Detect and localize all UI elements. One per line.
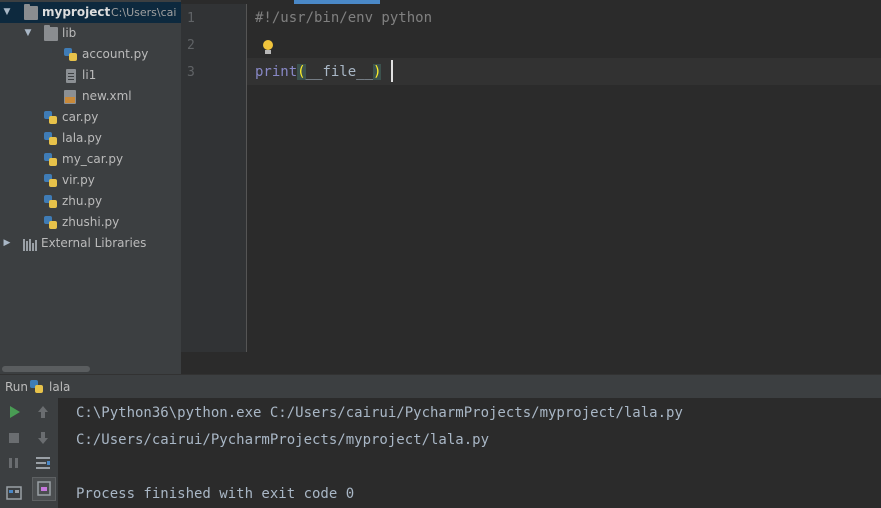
- line-number: 1: [187, 11, 195, 26]
- chevron-down-icon[interactable]: ▼: [23, 23, 33, 44]
- tree-item-zhu-py[interactable]: zhu.py: [0, 191, 181, 212]
- python-file-icon: [44, 132, 58, 146]
- project-tool-window: ▼ myproject C:\Users\cai ▼ lib account.p…: [0, 0, 181, 364]
- tree-item-label: External Libraries: [41, 236, 147, 250]
- tree-item-zhushi-py[interactable]: zhushi.py: [0, 212, 181, 233]
- soft-wrap-icon[interactable]: [32, 452, 54, 474]
- editor-bottom-area: [181, 352, 881, 374]
- chevron-down-icon[interactable]: ▼: [2, 2, 12, 23]
- tree-item-label: zhu.py: [62, 194, 103, 208]
- run-config-name[interactable]: lala: [49, 375, 70, 399]
- python-file-icon: [44, 195, 58, 209]
- tree-item-label: account.py: [82, 47, 149, 61]
- tree-item-account-py[interactable]: account.py: [0, 44, 181, 65]
- code-line-3[interactable]: print(__file__): [255, 59, 382, 86]
- tree-item-label: new.xml: [82, 89, 132, 103]
- stop-icon[interactable]: [3, 427, 25, 449]
- tree-item-label: zhushi.py: [62, 215, 120, 229]
- code-line-1[interactable]: #!/usr/bin/env python: [255, 5, 432, 32]
- line-number: 2: [187, 38, 195, 53]
- folder-icon: [24, 4, 38, 20]
- library-icon: [23, 237, 37, 251]
- tree-item-label: li1: [82, 68, 97, 82]
- text-caret: [391, 60, 393, 82]
- folder-icon: [44, 25, 58, 41]
- text-file-icon: [66, 69, 76, 83]
- arrow-down-icon[interactable]: [32, 427, 54, 449]
- python-file-icon: [44, 111, 58, 125]
- tree-item-external-libraries[interactable]: ▶ External Libraries: [0, 233, 181, 254]
- project-root-node[interactable]: ▼ myproject C:\Users\cai: [0, 2, 181, 23]
- run-panel-label: Run: [5, 380, 29, 394]
- pause-icon[interactable]: [3, 452, 25, 474]
- console-line: Process finished with exit code 0: [76, 486, 355, 502]
- line-number: 3: [187, 65, 195, 80]
- tree-item-label: lib: [62, 26, 77, 40]
- tree-item-my-car-py[interactable]: my_car.py: [0, 149, 181, 170]
- console-line: C:\Python36\python.exe C:/Users/cairui/P…: [76, 405, 683, 421]
- project-horizontal-scrollbar[interactable]: [0, 364, 181, 374]
- scroll-to-end-icon[interactable]: [32, 477, 56, 501]
- project-root-label: myproject: [42, 5, 111, 19]
- builtin-print: print: [255, 64, 298, 80]
- tree-item-lala-py[interactable]: lala.py: [0, 128, 181, 149]
- tree-item-li1[interactable]: li1: [0, 65, 181, 86]
- tree-item-label: vir.py: [62, 173, 95, 187]
- tree-item-label: my_car.py: [62, 152, 124, 166]
- code-argument: __file__: [305, 64, 374, 80]
- tree-item-vir-py[interactable]: vir.py: [0, 170, 181, 191]
- console-line: C:/Users/cairui/PycharmProjects/myprojec…: [76, 432, 490, 448]
- lightbulb-icon[interactable]: [262, 40, 274, 56]
- code-editor[interactable]: [247, 4, 881, 352]
- tree-item-new-xml[interactable]: new.xml: [0, 86, 181, 107]
- tree-item-car-py[interactable]: car.py: [0, 107, 181, 128]
- arrow-up-icon[interactable]: [32, 401, 54, 423]
- python-file-icon: [64, 48, 78, 62]
- python-file-icon: [44, 153, 58, 167]
- xml-file-icon: [64, 90, 76, 104]
- chevron-right-icon[interactable]: ▶: [2, 233, 12, 254]
- python-file-icon: [44, 174, 58, 188]
- tree-item-label: lala.py: [62, 131, 102, 145]
- close-paren: ): [373, 64, 382, 80]
- scrollbar-thumb[interactable]: [2, 366, 90, 372]
- run-toolbar: [0, 398, 58, 508]
- layout-icon[interactable]: [3, 482, 25, 504]
- python-file-icon: [44, 216, 58, 230]
- open-paren: (: [297, 64, 306, 80]
- project-root-path: C:\Users\cai: [111, 6, 177, 19]
- tree-item-lib[interactable]: ▼ lib: [0, 23, 181, 44]
- python-file-icon: [30, 380, 44, 394]
- tree-item-label: car.py: [62, 110, 99, 124]
- rerun-icon[interactable]: [3, 401, 25, 423]
- run-panel-header: Run lala: [0, 374, 881, 399]
